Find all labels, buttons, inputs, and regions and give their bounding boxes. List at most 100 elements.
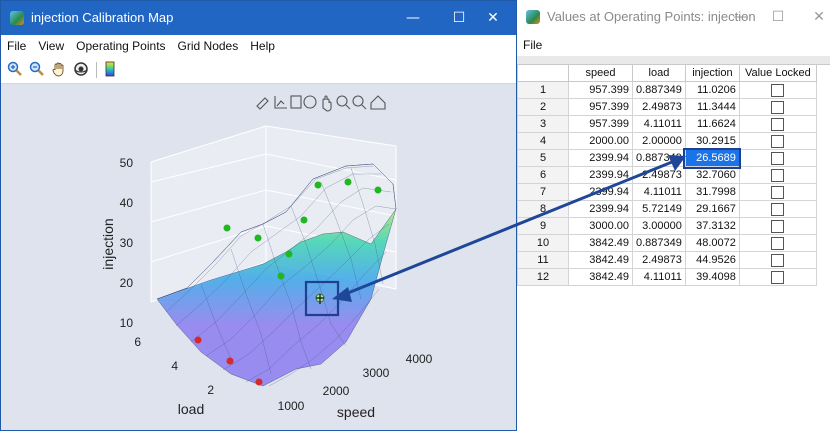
value-locked-checkbox[interactable] bbox=[771, 219, 785, 233]
injection-cell[interactable]: 39.4098 bbox=[684, 268, 740, 286]
table-row[interactable]: 11 3842.49 2.49873 44.9526 bbox=[517, 251, 817, 269]
speed-cell[interactable]: 3000.00 bbox=[568, 217, 633, 235]
speed-cell[interactable]: 2399.94 bbox=[568, 149, 633, 167]
load-cell[interactable]: 2.49873 bbox=[632, 251, 686, 269]
table-row[interactable]: 10 3842.49 0.887349 48.0072 bbox=[517, 234, 817, 252]
table-row[interactable]: 8 2399.94 5.72149 29.1667 bbox=[517, 200, 817, 218]
load-cell[interactable]: 2.49873 bbox=[632, 98, 686, 116]
menu-view[interactable]: View bbox=[32, 35, 70, 53]
column-header-value-locked[interactable]: Value Locked bbox=[738, 64, 817, 82]
table-row[interactable]: 4 2000.00 2.00000 30.2915 bbox=[517, 132, 817, 150]
data-cursor-icon[interactable] bbox=[290, 95, 302, 109]
injection-cell[interactable]: 31.7998 bbox=[684, 183, 740, 201]
minimize-button[interactable]: — bbox=[390, 1, 436, 35]
injection-cell[interactable]: 48.0072 bbox=[684, 234, 740, 252]
operating-point-green[interactable] bbox=[285, 250, 293, 258]
table-row[interactable]: 5 2399.94 0.887349 26.5689 bbox=[517, 147, 817, 169]
operating-point-red[interactable] bbox=[255, 378, 263, 386]
operating-point-red[interactable] bbox=[226, 357, 234, 365]
operating-point-green[interactable] bbox=[277, 272, 285, 280]
injection-cell-selected[interactable]: 26.5689 bbox=[683, 147, 742, 169]
injection-cell[interactable]: 29.1667 bbox=[684, 200, 740, 218]
operating-point-red[interactable] bbox=[194, 336, 202, 344]
table-row[interactable]: 12 3842.49 4.11011 39.4098 bbox=[517, 268, 817, 286]
speed-cell[interactable]: 957.399 bbox=[568, 98, 633, 116]
value-locked-checkbox[interactable] bbox=[771, 83, 785, 97]
injection-cell[interactable]: 11.6624 bbox=[684, 115, 740, 133]
speed-cell[interactable]: 2399.94 bbox=[568, 166, 633, 184]
injection-cell[interactable]: 11.3444 bbox=[684, 98, 740, 116]
operating-point-green[interactable] bbox=[300, 216, 308, 224]
injection-cell[interactable]: 44.9526 bbox=[684, 251, 740, 269]
load-cell[interactable]: 4.11011 bbox=[632, 268, 686, 286]
load-cell[interactable]: 0.887349 bbox=[632, 234, 686, 252]
load-cell[interactable]: 2.00000 bbox=[632, 132, 686, 150]
zoom-out-icon[interactable] bbox=[29, 61, 45, 77]
load-cell[interactable]: 4.11011 bbox=[632, 183, 686, 201]
load-cell[interactable]: 4.11011 bbox=[632, 115, 686, 133]
column-header-speed[interactable]: speed bbox=[568, 64, 633, 82]
value-locked-checkbox[interactable] bbox=[771, 202, 785, 216]
table-row[interactable]: 7 2399.94 4.11011 31.7998 bbox=[517, 183, 817, 201]
value-locked-checkbox[interactable] bbox=[771, 236, 785, 250]
speed-cell[interactable]: 957.399 bbox=[568, 81, 633, 99]
operating-point-green[interactable] bbox=[344, 178, 352, 186]
speed-cell[interactable]: 2000.00 bbox=[568, 132, 633, 150]
rotate-icon[interactable] bbox=[303, 95, 317, 109]
column-header-injection[interactable]: injection bbox=[684, 64, 740, 82]
load-cell[interactable]: 0.887349 bbox=[632, 81, 686, 99]
value-locked-checkbox[interactable] bbox=[771, 270, 785, 284]
operating-point-green[interactable] bbox=[223, 224, 231, 232]
value-locked-checkbox[interactable] bbox=[771, 185, 785, 199]
speed-cell[interactable]: 3842.49 bbox=[568, 268, 633, 286]
zoom-in-icon[interactable] bbox=[7, 61, 23, 77]
value-locked-checkbox[interactable] bbox=[771, 253, 785, 267]
injection-cell[interactable]: 30.2915 bbox=[684, 132, 740, 150]
menu-operating-points[interactable]: Operating Points bbox=[70, 35, 171, 53]
injection-cell[interactable]: 32.7060 bbox=[684, 166, 740, 184]
speed-cell[interactable]: 3842.49 bbox=[568, 251, 633, 269]
pan-hand-icon[interactable] bbox=[51, 61, 67, 77]
column-header-load[interactable]: load bbox=[632, 64, 686, 82]
surface-plot[interactable]: 50 40 30 20 10 injection 6 4 2 load 1000… bbox=[1, 84, 516, 430]
close-button[interactable]: ✕ bbox=[470, 1, 516, 35]
speed-cell[interactable]: 2399.94 bbox=[568, 183, 633, 201]
load-cell[interactable]: 5.72149 bbox=[632, 200, 686, 218]
table-row[interactable]: 2 957.399 2.49873 11.3444 bbox=[517, 98, 817, 116]
injection-cell[interactable]: 11.0206 bbox=[684, 81, 740, 99]
home-icon[interactable] bbox=[370, 95, 386, 110]
operating-point-green[interactable] bbox=[314, 181, 322, 189]
left-title-bar[interactable]: injection Calibration Map — ☐ ✕ bbox=[1, 1, 516, 35]
value-locked-checkbox[interactable] bbox=[771, 134, 785, 148]
load-cell[interactable]: 2.49873 bbox=[632, 166, 686, 184]
speed-cell[interactable]: 957.399 bbox=[568, 115, 633, 133]
speed-cell[interactable]: 2399.94 bbox=[568, 200, 633, 218]
value-locked-checkbox[interactable] bbox=[771, 168, 785, 182]
value-locked-checkbox[interactable] bbox=[771, 117, 785, 131]
value-locked-checkbox[interactable] bbox=[771, 151, 785, 165]
axes-zoom-out-icon[interactable] bbox=[352, 95, 364, 107]
close-button[interactable]: ✕ bbox=[796, 0, 830, 34]
injection-cell[interactable]: 37.3132 bbox=[684, 217, 740, 235]
maximize-button[interactable]: ☐ bbox=[755, 0, 801, 34]
speed-cell[interactable]: 3842.49 bbox=[568, 234, 633, 252]
colorbar-icon[interactable] bbox=[102, 61, 118, 77]
table-row[interactable]: 3 957.399 4.11011 11.6624 bbox=[517, 115, 817, 133]
menu-file[interactable]: File bbox=[1, 35, 32, 53]
axes-pan-icon[interactable] bbox=[322, 95, 332, 112]
operating-point-green[interactable] bbox=[374, 186, 382, 194]
menu-help[interactable]: Help bbox=[244, 35, 281, 53]
operating-point-green[interactable] bbox=[254, 234, 262, 242]
load-cell[interactable]: 3.00000 bbox=[632, 217, 686, 235]
brush-icon[interactable] bbox=[256, 97, 269, 110]
datatip-icon[interactable] bbox=[274, 96, 287, 109]
menu-grid-nodes[interactable]: Grid Nodes bbox=[172, 35, 245, 53]
table-row[interactable]: 9 3000.00 3.00000 37.3132 bbox=[517, 217, 817, 235]
table-row[interactable]: 1 957.399 0.887349 11.0206 bbox=[517, 81, 817, 99]
axes-zoom-in-icon[interactable] bbox=[336, 95, 348, 107]
right-title-bar[interactable]: Values at Operating Points: injection — … bbox=[517, 0, 830, 34]
rotate-3d-icon[interactable] bbox=[73, 61, 89, 77]
menu-file[interactable]: File bbox=[517, 34, 548, 52]
table-row[interactable]: 6 2399.94 2.49873 32.7060 bbox=[517, 166, 817, 184]
value-locked-checkbox[interactable] bbox=[771, 100, 785, 114]
